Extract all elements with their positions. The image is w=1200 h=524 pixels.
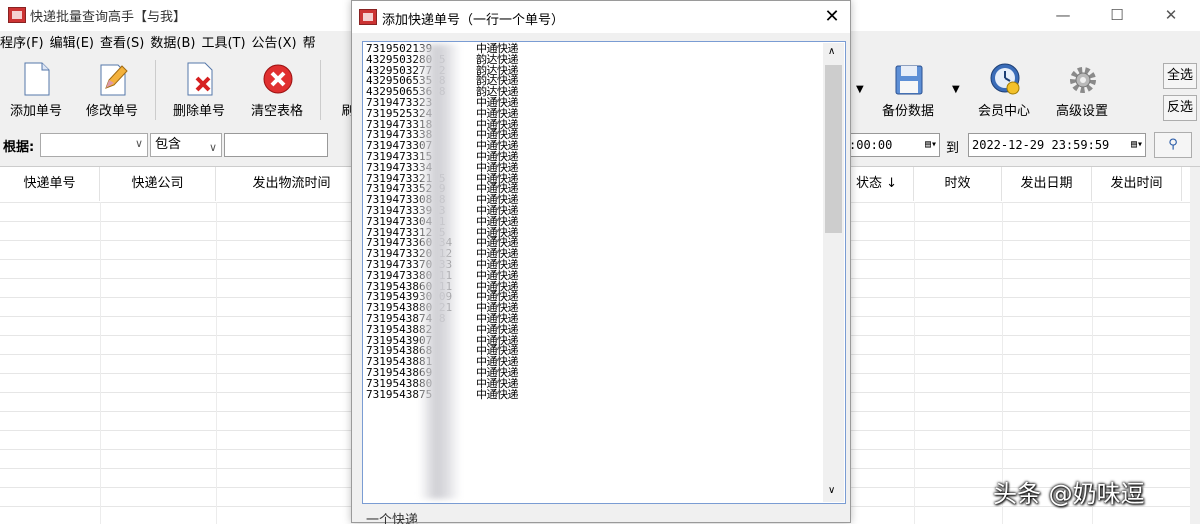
backup-data-button[interactable]: 备份数据 [872,56,944,124]
scrollbar-thumb[interactable] [825,65,842,233]
menu-bar: 程序(F) 编辑(E) 查看(S) 数据(B) 工具(T) 公告(X) 帮 [0,33,322,55]
add-number-button[interactable]: 添加单号 [0,56,72,124]
maximize-button[interactable]: ☐ [1094,0,1140,31]
delete-number-label: 删除单号 [172,104,225,119]
chevron-down-icon: ∨ [208,141,217,154]
filter-match-select[interactable]: 包含 ∨ [150,133,222,157]
privacy-blur [419,44,461,499]
dialog-footer-text: 一个快递 [366,513,419,524]
menu-view[interactable]: 查看(S) [100,33,144,55]
add-numbers-dialog: 添加快递单号（一行一个单号） ✕ 7319502139 中通快递 432950328… [351,0,851,524]
menu-data[interactable]: 数据(B) [150,33,195,55]
edit-number-button[interactable]: 修改单号 [76,56,148,124]
gear-icon [1070,67,1096,93]
delete-number-button[interactable]: 删除单号 [163,56,235,124]
column-header-ship-time[interactable]: 发出物流时间 [216,167,368,201]
edit-number-label: 修改单号 [85,104,138,119]
dropdown-arrow-icon[interactable]: ▼ [856,84,864,95]
menu-edit[interactable]: 编辑(E) [50,33,94,55]
toolbar-separator [155,60,156,120]
textarea-scrollbar[interactable]: ∧ ∨ [823,43,844,502]
grid-column-line [216,202,217,524]
menu-notice[interactable]: 公告(X) [252,33,297,55]
member-center-label: 会员中心 [977,104,1030,119]
column-header-status[interactable]: 状态 ↓ [840,167,914,201]
member-center-button[interactable]: 会员中心 [968,56,1040,124]
clear-table-button[interactable]: 清空表格 [241,56,313,124]
column-header-duration[interactable]: 时效 [914,167,1002,201]
dropdown-arrow-icon[interactable]: ▼ [952,84,960,95]
floppy-disk-icon [895,65,923,95]
tracking-numbers-textarea[interactable]: 7319502139 中通快递 4329503280 5 韵达快递 4329503277… [362,41,846,504]
chevron-down-icon: ∨ [134,137,143,150]
clear-table-label: 清空表格 [250,104,303,119]
column-header-number[interactable]: 快递单号 [0,167,100,201]
app-icon [8,7,26,23]
close-button[interactable]: ✕ [1148,0,1194,31]
dialog-title-bar: 添加快递单号（一行一个单号） ✕ [352,1,850,33]
refresh-button[interactable]: 刷 [306,56,354,124]
document-icon [24,62,50,96]
dialog-app-icon [359,9,377,25]
watermark: 头条 @奶味逗 [993,480,1145,508]
backup-data-label: 备份数据 [881,104,934,119]
date-from-value: :00:00 [849,138,893,152]
scroll-down-icon[interactable]: ∨ [828,485,835,496]
date-to-picker[interactable]: 2022-12-29 23:59:59 ▤▾ [968,133,1146,157]
column-header-company[interactable]: 快递公司 [100,167,216,201]
calendar-dropdown-icon: ▤▾ [1130,139,1143,150]
filter-field-select[interactable]: ∨ [40,133,148,157]
add-number-label: 添加单号 [9,104,62,119]
menu-tools[interactable]: 工具(T) [201,33,245,55]
scroll-up-icon[interactable]: ∧ [828,46,835,57]
menu-help[interactable]: 帮 [303,33,316,55]
column-header-ship-clock[interactable]: 发出时间 [1092,167,1182,201]
dialog-title: 添加快递单号（一行一个单号） [382,13,565,28]
advanced-settings-label: 高级设置 [1055,104,1108,119]
main-window-title: 快递批量查询高手【与我】 [30,10,187,25]
advanced-settings-button[interactable]: 高级设置 [1046,56,1118,124]
clear-red-x-icon [263,64,293,94]
grid-scrollbar[interactable] [1190,167,1200,524]
date-from-picker[interactable]: :00:00 ▤▾ [845,133,940,157]
minimize-button[interactable]: — [1040,0,1086,31]
select-all-button[interactable]: 全选 [1163,63,1197,89]
date-to-value: 2022-12-29 23:59:59 [972,138,1110,152]
dialog-close-button[interactable]: ✕ [814,1,850,33]
grid-column-line [914,202,915,524]
search-icon[interactable]: ⚲ [1154,132,1192,158]
courier-company: 中通快递 [476,387,519,401]
clock-icon [990,63,1020,95]
invert-selection-button[interactable]: 反选 [1163,95,1197,121]
date-to-label: 到 [946,141,960,156]
filter-search-input[interactable] [224,133,328,157]
menu-program[interactable]: 程序(F) [0,33,44,55]
grid-column-line [100,202,101,524]
edit-pencil-icon [100,64,128,96]
filter-by-label: 根据: [3,140,35,155]
filter-match-value: 包含 [155,137,182,152]
calendar-dropdown-icon: ▤▾ [924,139,937,150]
delete-document-icon [187,62,213,96]
column-header-ship-date[interactable]: 发出日期 [1002,167,1092,201]
